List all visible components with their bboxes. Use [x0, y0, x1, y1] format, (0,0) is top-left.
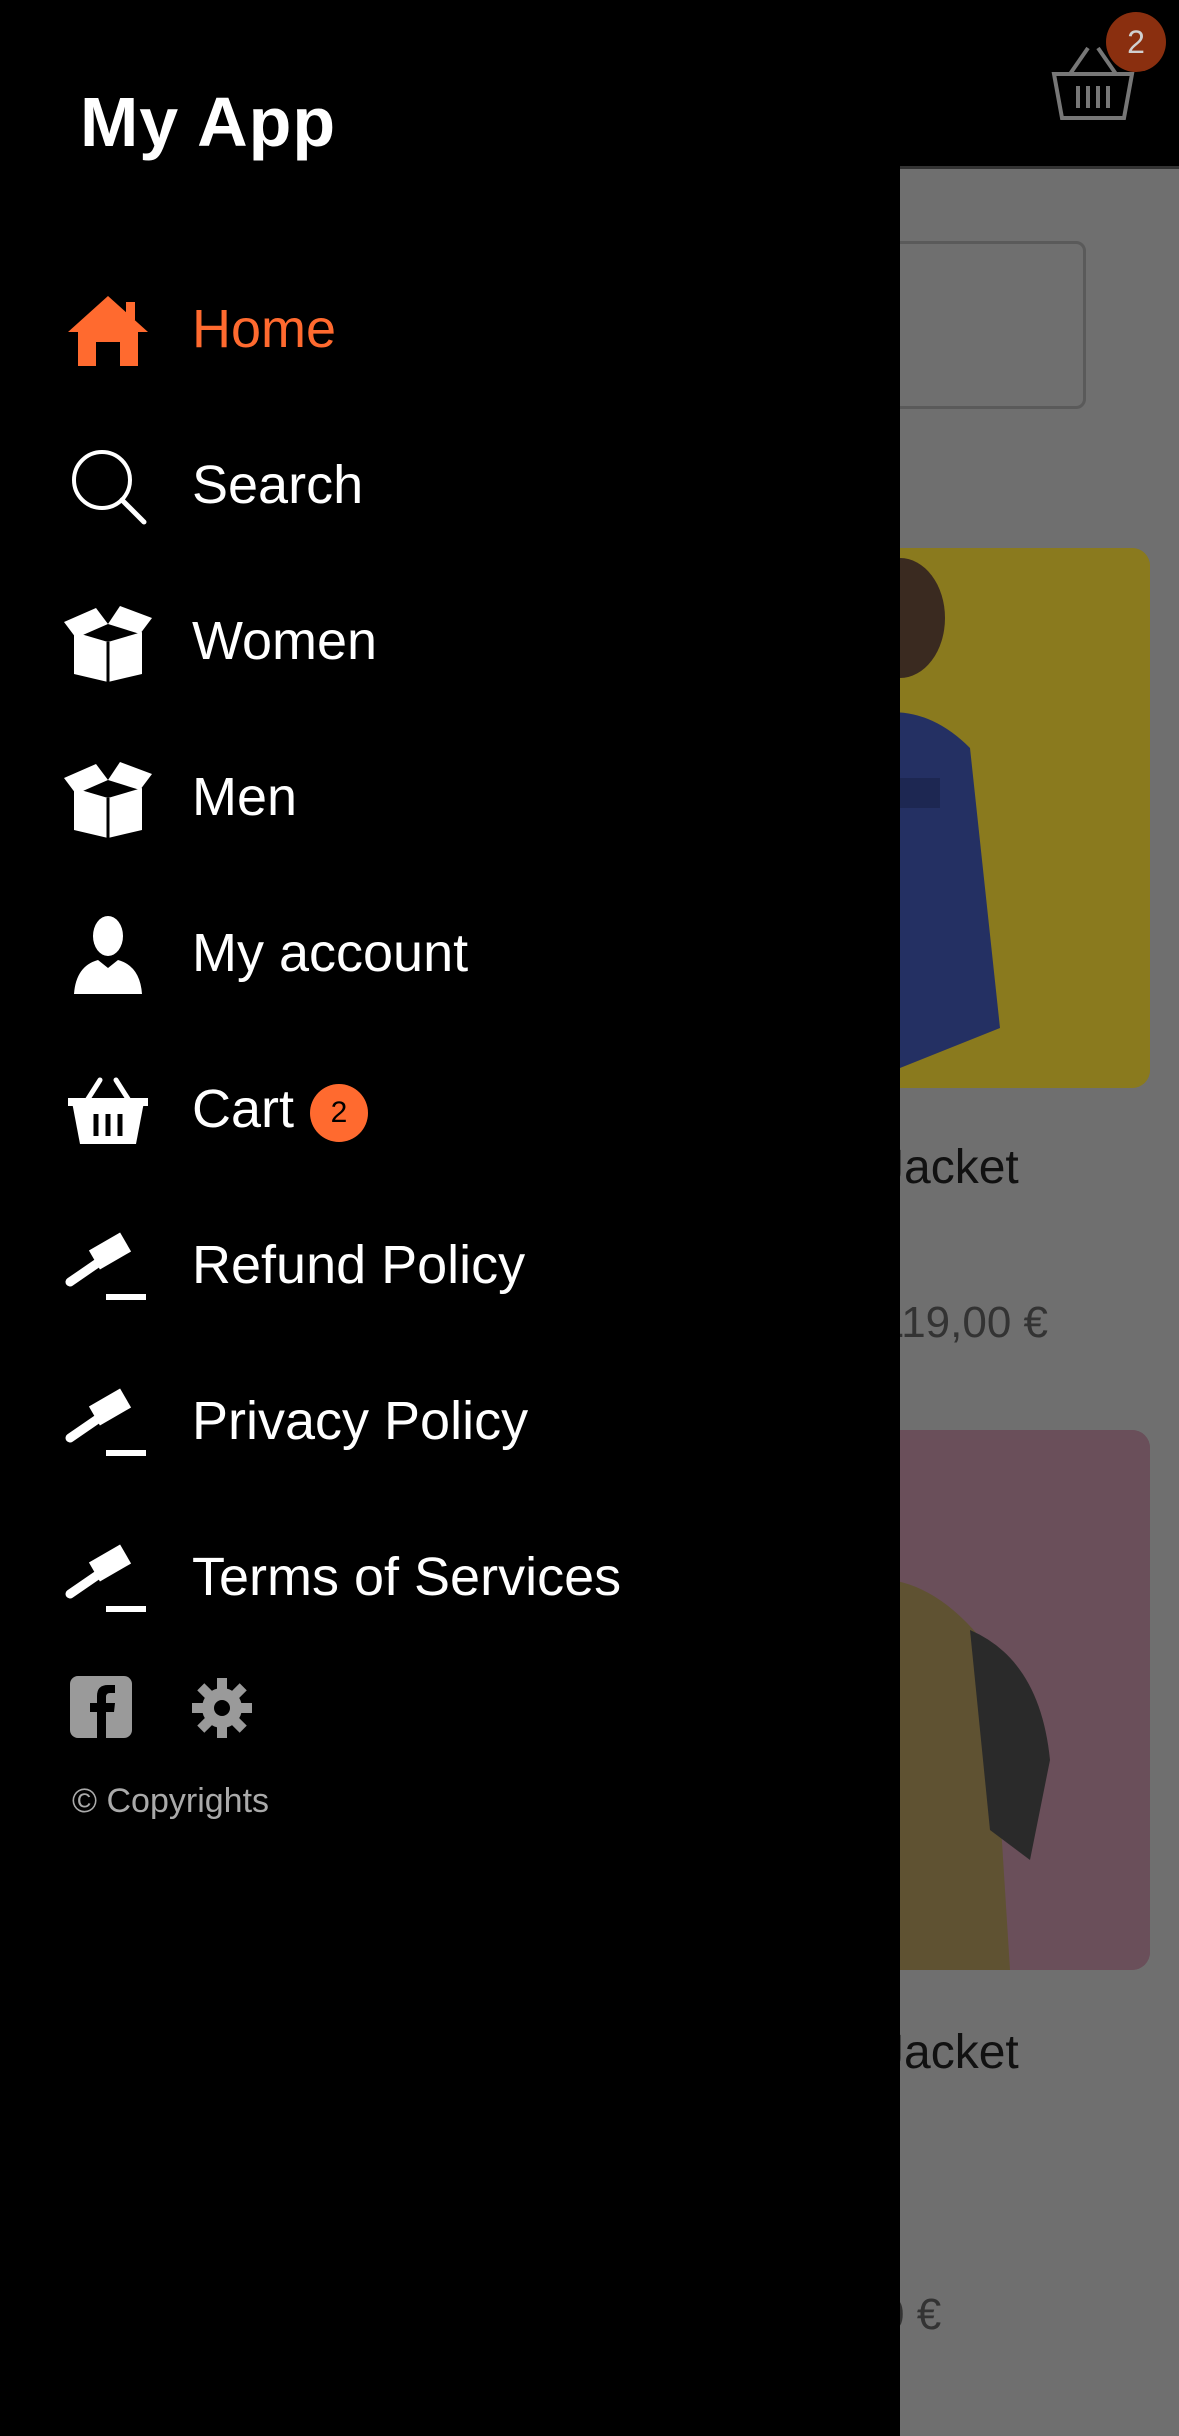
- drawer-item-label: Home: [192, 299, 337, 359]
- drawer-item-cart[interactable]: Cart 2: [0, 1032, 900, 1188]
- drawer-item-home[interactable]: Home: [0, 252, 900, 408]
- header-cart-badge: 2: [1106, 12, 1166, 72]
- drawer-item-label: Women: [192, 611, 378, 671]
- product-name[interactable]: Jacket: [880, 2025, 1019, 2080]
- drawer-item-search[interactable]: Search: [0, 408, 900, 564]
- product-photo-man-denim: [860, 548, 1150, 1088]
- product-image[interactable]: [860, 548, 1150, 1088]
- gear-icon[interactable]: [190, 1676, 254, 1740]
- drawer-item-label: Cart: [192, 1079, 295, 1139]
- product-photo-man-backpack: [860, 1430, 1150, 1970]
- user-icon: [62, 914, 154, 994]
- drawer-item-label: Privacy Policy: [192, 1391, 529, 1451]
- box-icon: [62, 758, 154, 838]
- search-icon: [62, 446, 154, 526]
- drawer-item-my-account[interactable]: My account: [0, 876, 900, 1032]
- drawer-item-privacy-policy[interactable]: Privacy Policy: [0, 1344, 900, 1500]
- navigation-drawer: My App Home Search Women Men My account …: [0, 0, 900, 2436]
- cart-count-badge: 2: [310, 1084, 368, 1142]
- gavel-icon: [62, 1538, 154, 1618]
- drawer-item-label: Search: [192, 455, 364, 515]
- gavel-icon: [62, 1226, 154, 1306]
- drawer-item-terms-of-services[interactable]: Terms of Services: [0, 1500, 900, 1656]
- drawer-item-label: My account: [192, 923, 469, 983]
- copyright-text: © Copyrights: [72, 1782, 270, 1820]
- basket-icon: [62, 1070, 154, 1150]
- product-image[interactable]: [860, 1430, 1150, 1970]
- facebook-icon[interactable]: [70, 1676, 132, 1738]
- product-name[interactable]: Jacket: [880, 1140, 1019, 1195]
- product-price: 119,00 €: [880, 1298, 1049, 1347]
- drawer-item-women[interactable]: Women: [0, 564, 900, 720]
- drawer-item-refund-policy[interactable]: Refund Policy: [0, 1188, 900, 1344]
- box-icon: [62, 602, 154, 682]
- gavel-icon: [62, 1382, 154, 1462]
- drawer-item-label: Refund Policy: [192, 1235, 526, 1295]
- drawer-item-men[interactable]: Men: [0, 720, 900, 876]
- app-title: My App: [80, 83, 337, 161]
- home-icon: [62, 290, 154, 370]
- drawer-item-label: Terms of Services: [192, 1547, 622, 1607]
- drawer-item-label: Men: [192, 767, 298, 827]
